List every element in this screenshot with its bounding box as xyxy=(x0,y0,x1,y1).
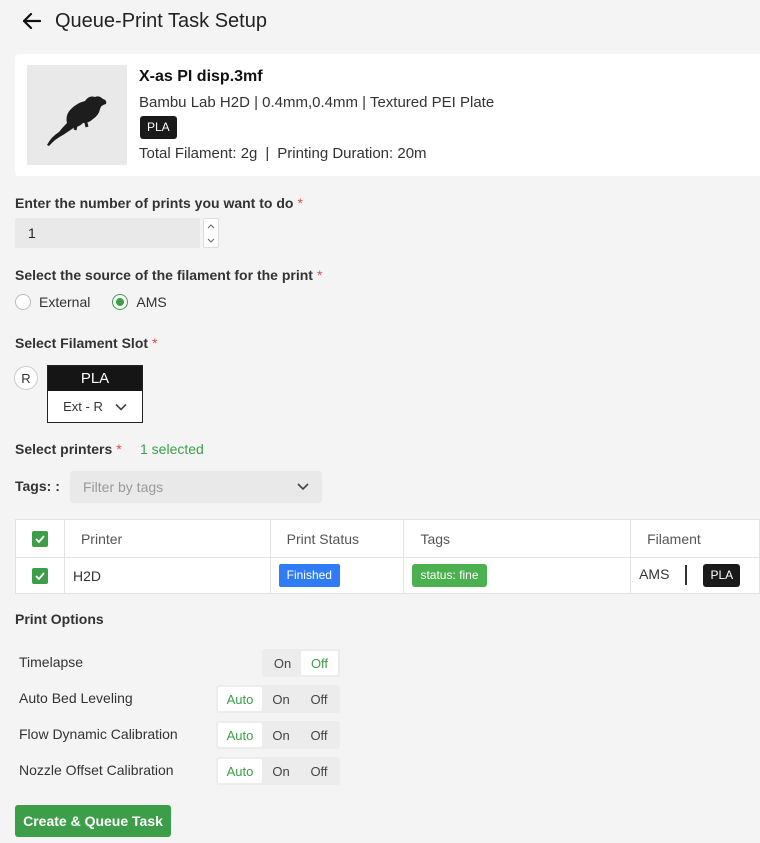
decrement-button[interactable] xyxy=(204,233,218,247)
source-label: Select the source of the filament for th… xyxy=(15,267,322,283)
tag-badge: status: fine xyxy=(412,564,487,587)
model-card: X-as PI disp.3mf Bambu Lab H2D | 0.4mm,0… xyxy=(15,54,760,176)
nozzle-offset-calibration-toggle[interactable]: Auto On Off xyxy=(216,757,340,785)
tags-filter-select[interactable]: Filter by tags xyxy=(70,471,322,503)
radio-ams[interactable] xyxy=(112,294,129,310)
flow-dynamic-calibration-off[interactable]: Off xyxy=(300,723,338,747)
check-icon xyxy=(35,572,45,581)
nozzle-offset-calibration-auto[interactable]: Auto xyxy=(218,759,262,783)
filament-badge: PLA xyxy=(703,564,741,587)
timelapse-label: Timelapse xyxy=(19,654,84,670)
flow-dynamic-calibration-on[interactable]: On xyxy=(262,723,300,747)
col-tags[interactable]: Tags xyxy=(403,519,632,558)
printer-name: H2D xyxy=(63,557,271,594)
nozzle-offset-calibration-on[interactable]: On xyxy=(262,759,300,783)
tags-label: Tags: : xyxy=(15,478,60,494)
status-badge: Finished xyxy=(278,564,340,587)
radio-external-label[interactable]: External xyxy=(39,294,90,310)
timelapse-off[interactable]: Off xyxy=(301,651,338,675)
col-printer[interactable]: Printer xyxy=(63,519,271,558)
required-mark: * xyxy=(152,335,158,351)
timelapse-toggle[interactable]: On Off xyxy=(262,649,340,677)
slot-label: Select Filament Slot * xyxy=(15,335,158,351)
flow-dynamic-calibration-toggle[interactable]: Auto On Off xyxy=(216,721,340,749)
slot-label-text: Select Filament Slot xyxy=(15,335,149,351)
chevron-up-icon xyxy=(207,223,215,228)
slot-select[interactable]: Ext - R xyxy=(48,391,142,422)
table-row[interactable]: H2D Finished status: fine AMS PLA xyxy=(15,557,760,594)
page-title: Queue-Print Task Setup xyxy=(55,10,267,32)
auto-bed-leveling-label: Auto Bed Leveling xyxy=(19,690,133,706)
model-name: X-as PI disp.3mf xyxy=(139,68,263,85)
col-filament[interactable]: Filament xyxy=(630,519,760,558)
total-filament: Total Filament: 2g xyxy=(139,145,258,162)
filament-source: AMS xyxy=(639,566,670,582)
model-stats: Total Filament: 2g | Printing Duration: 20… xyxy=(139,145,427,162)
filament-slot-card: PLA Ext - R xyxy=(47,365,143,423)
select-all-checkbox[interactable] xyxy=(32,531,48,548)
create-queue-task-button[interactable]: Create & Queue Task xyxy=(15,805,171,837)
auto-bed-leveling-auto[interactable]: Auto xyxy=(218,687,262,711)
flow-dynamic-calibration-label: Flow Dynamic Calibration xyxy=(19,726,178,742)
arrow-left-icon xyxy=(23,13,41,29)
tag-cell: status: fine xyxy=(403,557,632,594)
stats-separator: | xyxy=(265,145,270,162)
model-preview-icon xyxy=(47,96,107,146)
model-specs: Bambu Lab H2D | 0.4mm,0.4mm | Textured P… xyxy=(139,94,495,111)
print-options-title: Print Options xyxy=(15,611,104,627)
source-label-text: Select the source of the filament for th… xyxy=(15,267,313,283)
slot-select-value: Ext - R xyxy=(63,399,103,414)
back-button[interactable] xyxy=(20,8,44,34)
flow-dynamic-calibration-auto[interactable]: Auto xyxy=(218,723,262,747)
printers-label-text: Select printers xyxy=(15,441,113,457)
filament-cell: AMS PLA xyxy=(630,557,760,594)
required-mark: * xyxy=(116,441,122,457)
filament-separator xyxy=(685,565,688,586)
select-all-cell xyxy=(15,519,65,558)
material-badge: PLA xyxy=(140,116,177,139)
auto-bed-leveling-off[interactable]: Off xyxy=(300,687,338,711)
nozzle-offset-calibration-label: Nozzle Offset Calibration xyxy=(19,762,174,778)
slot-material: PLA xyxy=(48,366,142,391)
chevron-down-icon xyxy=(207,238,215,243)
slot-indicator: R xyxy=(14,366,38,390)
tags-filter-placeholder: Filter by tags xyxy=(83,479,164,495)
row-checkbox[interactable] xyxy=(32,568,48,585)
timelapse-on[interactable]: On xyxy=(264,651,301,675)
prints-label: Enter the number of prints you want to d… xyxy=(15,195,303,211)
selected-count: 1 selected xyxy=(140,441,204,457)
row-select-cell xyxy=(15,557,65,594)
printers-table: Printer Print Status Tags Filament H2D F… xyxy=(15,519,760,594)
prints-label-text: Enter the number of prints you want to d… xyxy=(15,195,294,211)
check-icon xyxy=(35,535,45,544)
table-header-row: Printer Print Status Tags Filament xyxy=(15,519,760,558)
auto-bed-leveling-toggle[interactable]: Auto On Off xyxy=(216,685,340,713)
required-mark: * xyxy=(297,195,303,211)
col-print-status[interactable]: Print Status xyxy=(269,519,405,558)
status-cell: Finished xyxy=(269,557,405,594)
chevron-down-icon xyxy=(297,483,309,491)
page-header: Queue-Print Task Setup xyxy=(0,0,760,44)
auto-bed-leveling-on[interactable]: On xyxy=(262,687,300,711)
printing-duration: Printing Duration: 20m xyxy=(277,145,427,162)
radio-external[interactable] xyxy=(15,294,31,310)
model-thumbnail xyxy=(27,65,127,165)
chevron-down-icon xyxy=(115,403,127,411)
increment-button[interactable] xyxy=(204,219,218,233)
nozzle-offset-calibration-off[interactable]: Off xyxy=(300,759,338,783)
required-mark: * xyxy=(316,267,323,283)
prints-stepper[interactable] xyxy=(203,218,219,248)
prints-count-input[interactable] xyxy=(15,218,200,248)
source-radio-group: External AMS xyxy=(15,294,189,310)
printers-label: Select printers * xyxy=(15,441,122,457)
radio-ams-label[interactable]: AMS xyxy=(136,294,166,310)
